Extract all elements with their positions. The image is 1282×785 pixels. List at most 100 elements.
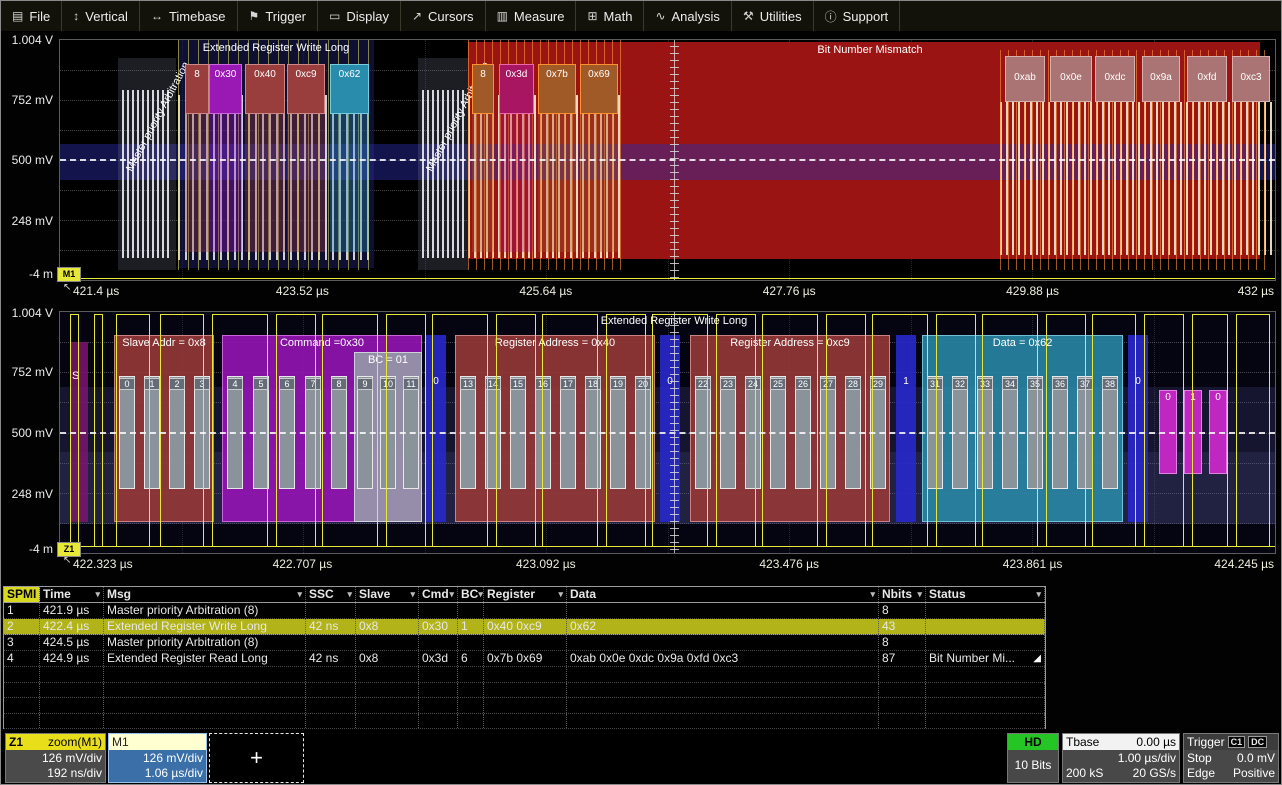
cell-empty <box>356 698 419 713</box>
add-trace-button[interactable]: + <box>209 733 304 783</box>
z1-clock-pulse <box>1236 314 1270 546</box>
table-row[interactable]: 3424.5 µsMaster priority Arbitration (8)… <box>4 635 1045 651</box>
menu-item-timebase[interactable]: ↔Timebase <box>140 1 238 31</box>
menu-item-support[interactable]: ⓘSupport <box>814 1 901 31</box>
column-header-ssc[interactable]: SSC ▾ <box>306 587 356 602</box>
cell-cmd <box>419 635 458 650</box>
sort-icon[interactable]: ▾ <box>449 587 454 602</box>
menu-item-measure[interactable]: ▥ Measure <box>486 1 577 31</box>
sort-icon[interactable]: ▾ <box>410 587 415 602</box>
details-triangle-icon[interactable]: ◢ <box>1033 651 1041 666</box>
column-header-nbits[interactable]: Nbits▾ <box>879 587 926 602</box>
column-header-data[interactable]: Data▾ <box>567 587 879 602</box>
cell-slave <box>356 635 419 650</box>
cell-empty <box>356 714 419 729</box>
sort-icon[interactable]: ▾ <box>297 587 302 602</box>
response-field-value: 0xfd <box>1187 56 1227 102</box>
decode-field-value: 0x7b <box>538 64 576 114</box>
column-header-bc[interactable]: BC▾ <box>458 587 484 602</box>
cell-register <box>484 603 567 618</box>
menu-item-label: File <box>29 9 50 24</box>
table-row[interactable]: 1421.9 µsMaster priority Arbitration (8)… <box>4 603 1045 619</box>
menu-item-file[interactable]: ▤File <box>1 1 62 31</box>
menu-item-analysis[interactable]: ∿Analysis <box>644 1 731 31</box>
menu-item-label: Measure <box>514 9 565 24</box>
hd-mode-box[interactable]: HD 10 Bits <box>1007 733 1059 783</box>
column-header-cmd[interactable]: Cmd▾ <box>419 587 458 602</box>
menu-item-trigger[interactable]: ⚑ Trigger <box>238 1 318 31</box>
column-header-label: BC <box>461 587 478 602</box>
column-header-time[interactable]: Time▾ <box>40 587 104 602</box>
menu-item-cursors[interactable]: ↗Cursors <box>401 1 486 31</box>
decode-field-value: 8 <box>185 64 209 114</box>
time-origin-arrow-icon: ↖ <box>63 282 75 294</box>
z1-clock-pulse <box>936 314 976 546</box>
decode-field-column <box>330 114 369 252</box>
column-header-label: SSC <box>309 587 334 602</box>
timebase-box[interactable]: Tbase 0.00 µs 1.00 µs/div 200 kS 20 GS/s <box>1062 733 1180 783</box>
sort-icon[interactable]: ▾ <box>95 587 100 602</box>
cell-empty <box>567 667 879 682</box>
cell-time: 421.9 µs <box>40 603 104 618</box>
tbase-rate: 20 GS/s <box>1133 766 1176 781</box>
cell-nbits: 87 <box>879 651 926 666</box>
table-corner-spmi[interactable]: SPMI <box>4 587 40 602</box>
z1-trace-baseline <box>60 546 1275 547</box>
main-waveform-grid[interactable]: Master priority ArbitrationMaster priori… <box>59 39 1276 281</box>
cell-slave <box>356 603 419 618</box>
z1-descriptor-box[interactable]: Z1 zoom(M1) 126 mV/div 192 ns/div <box>5 733 106 783</box>
measure-icon: ▥ <box>497 9 508 23</box>
column-header-status[interactable]: Status ▾ <box>926 587 1045 602</box>
cell-empty <box>567 683 879 698</box>
timebase-icon: ↔ <box>151 9 163 23</box>
cell-status <box>926 635 1045 650</box>
menu-item-label: Trigger <box>265 9 306 24</box>
menu-item-math[interactable]: ⊞Math <box>576 1 644 31</box>
frame1-title: Extended Register Write Long <box>178 42 374 56</box>
menu-item-utilities[interactable]: ⚒Utilities <box>732 1 814 31</box>
trigger-box[interactable]: Trigger C1 DC Stop 0.0 mV Edge Positive <box>1183 733 1279 783</box>
cell-cmd <box>419 603 458 618</box>
sort-icon[interactable]: ▾ <box>1036 587 1041 602</box>
menu-item-display[interactable]: ▭Display <box>318 1 401 31</box>
display-icon: ▭ <box>329 9 340 23</box>
z1-horizontal-scale: 192 ns/div <box>9 766 102 781</box>
row-index: 1 <box>4 603 40 618</box>
column-header-slave[interactable]: Slave▾ <box>356 587 419 602</box>
cell-cmd: 0x30 <box>419 619 458 634</box>
menu-item-label: Math <box>604 9 633 24</box>
sort-icon[interactable]: ▾ <box>478 587 483 602</box>
sort-icon[interactable]: ▾ <box>870 587 875 602</box>
cell-time: 424.5 µs <box>40 635 104 650</box>
z1-clock-pulse <box>652 314 708 546</box>
cell-empty <box>419 714 458 729</box>
sort-icon[interactable]: ▾ <box>347 587 352 602</box>
cell-empty <box>926 698 1045 713</box>
column-header-label: Cmd <box>422 587 449 602</box>
time-axis-label: 423.476 µs <box>739 557 839 571</box>
table-row[interactable]: 4424.9 µsExtended Register Read Long42 n… <box>4 651 1045 667</box>
column-header-register[interactable]: Register▾ <box>484 587 567 602</box>
zoom-waveform-grid[interactable]: SSlave Addr = 0x80123Command =0x3045678B… <box>59 311 1276 554</box>
cell-bc <box>458 635 484 650</box>
decode-field-value: 0x62 <box>330 64 369 114</box>
sort-icon[interactable]: ▾ <box>558 587 563 602</box>
cell-register: 0x7b 0x69 <box>484 651 567 666</box>
menu-item-vertical[interactable]: ↕Vertical <box>62 1 140 31</box>
z1-clock-pulse <box>606 314 646 546</box>
column-header-msg[interactable]: Msg▾ <box>104 587 306 602</box>
oscilloscope-ui: ▤File↕Vertical↔Timebase ⚑ Trigger ▭Display↗… <box>0 0 1282 785</box>
response-field-value: 0xab <box>1005 56 1045 102</box>
y-axis-label: -4 m <box>3 542 53 556</box>
time-axis-label: 432 µs <box>1206 284 1274 298</box>
analysis-icon: ∿ <box>655 9 665 23</box>
table-row[interactable]: 2422.4 µsExtended Register Write Long42 … <box>4 619 1045 635</box>
cell-empty <box>40 683 104 698</box>
m1-descriptor-box[interactable]: M1 126 mV/div 1.06 µs/div <box>108 733 207 783</box>
column-header-label: Status <box>929 587 966 602</box>
time-axis-label: 422.707 µs <box>252 557 352 571</box>
status-text: Bit Number Mi... <box>929 651 1015 666</box>
time-axis-label: 427.76 µs <box>739 284 839 298</box>
sort-icon[interactable]: ▾ <box>917 587 922 602</box>
trigger-icon: ⚑ <box>249 9 260 23</box>
